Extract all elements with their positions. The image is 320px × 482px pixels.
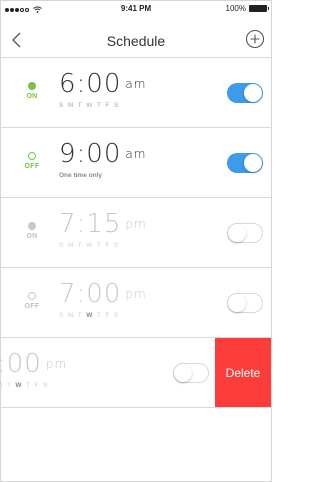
power-on-icon <box>28 82 36 90</box>
power-on-icon <box>28 222 36 230</box>
schedule-list: ON 6:00 am SMTWTFS OFF 9:00 am One time … <box>1 58 271 408</box>
delete-button[interactable]: Delete <box>215 338 271 407</box>
status-indicator: OFF <box>21 152 43 170</box>
schedule-screen: 9:41 PM 100% Schedule ON 6:00 am S M T W… <box>0 0 272 482</box>
power-off-icon <box>28 152 36 160</box>
time-period: pm <box>125 287 147 301</box>
repeat-days: SMTWTFS <box>59 312 119 319</box>
repeat-days: SMTWTFS <box>59 102 119 109</box>
schedule-toggle[interactable] <box>173 363 209 383</box>
schedule-row[interactable]: ON 7:15 pm SMTWTFS <box>1 198 271 268</box>
schedule-time: 9:00 am <box>59 139 147 169</box>
power-off-icon <box>28 292 36 300</box>
schedule-toggle[interactable] <box>227 293 263 313</box>
time-period: pm <box>125 217 147 231</box>
status-indicator: OFF <box>21 292 43 310</box>
status-bar: 9:41 PM 100% <box>1 1 271 21</box>
schedule-time: :00 pm <box>1 349 68 379</box>
battery-icon <box>249 5 269 12</box>
repeat-note: One time only <box>59 172 102 179</box>
schedule-row[interactable]: OFF 9:00 am One time only <box>1 128 271 198</box>
time-period: am <box>125 147 147 161</box>
schedule-toggle[interactable] <box>227 223 263 243</box>
schedule-time: 7:15 pm <box>59 209 147 239</box>
schedule-toggle[interactable] <box>227 83 263 103</box>
battery-percent: 100% <box>225 4 246 13</box>
plus-circle-icon <box>245 29 265 49</box>
time-period: pm <box>45 357 68 371</box>
schedule-time: 6:00 am <box>59 69 147 99</box>
repeat-days: SMTWTFS <box>59 242 119 249</box>
schedule-toggle[interactable] <box>227 153 263 173</box>
status-indicator: ON <box>21 82 43 100</box>
nav-bar: Schedule <box>1 21 271 58</box>
schedule-row-swiped[interactable]: :00pm MTWTFS Delete <box>1 338 271 408</box>
time-period: am <box>125 77 147 91</box>
repeat-days: MTWTFS <box>1 382 48 389</box>
status-indicator: ON <box>21 222 43 240</box>
add-schedule-button[interactable] <box>245 29 265 49</box>
schedule-time: 7:00 pm <box>59 279 147 309</box>
schedule-row[interactable]: ON 6:00 am SMTWTFS <box>1 58 271 128</box>
schedule-row[interactable]: OFF 7:00 pm SMTWTFS <box>1 268 271 338</box>
page-title: Schedule <box>106 33 166 49</box>
